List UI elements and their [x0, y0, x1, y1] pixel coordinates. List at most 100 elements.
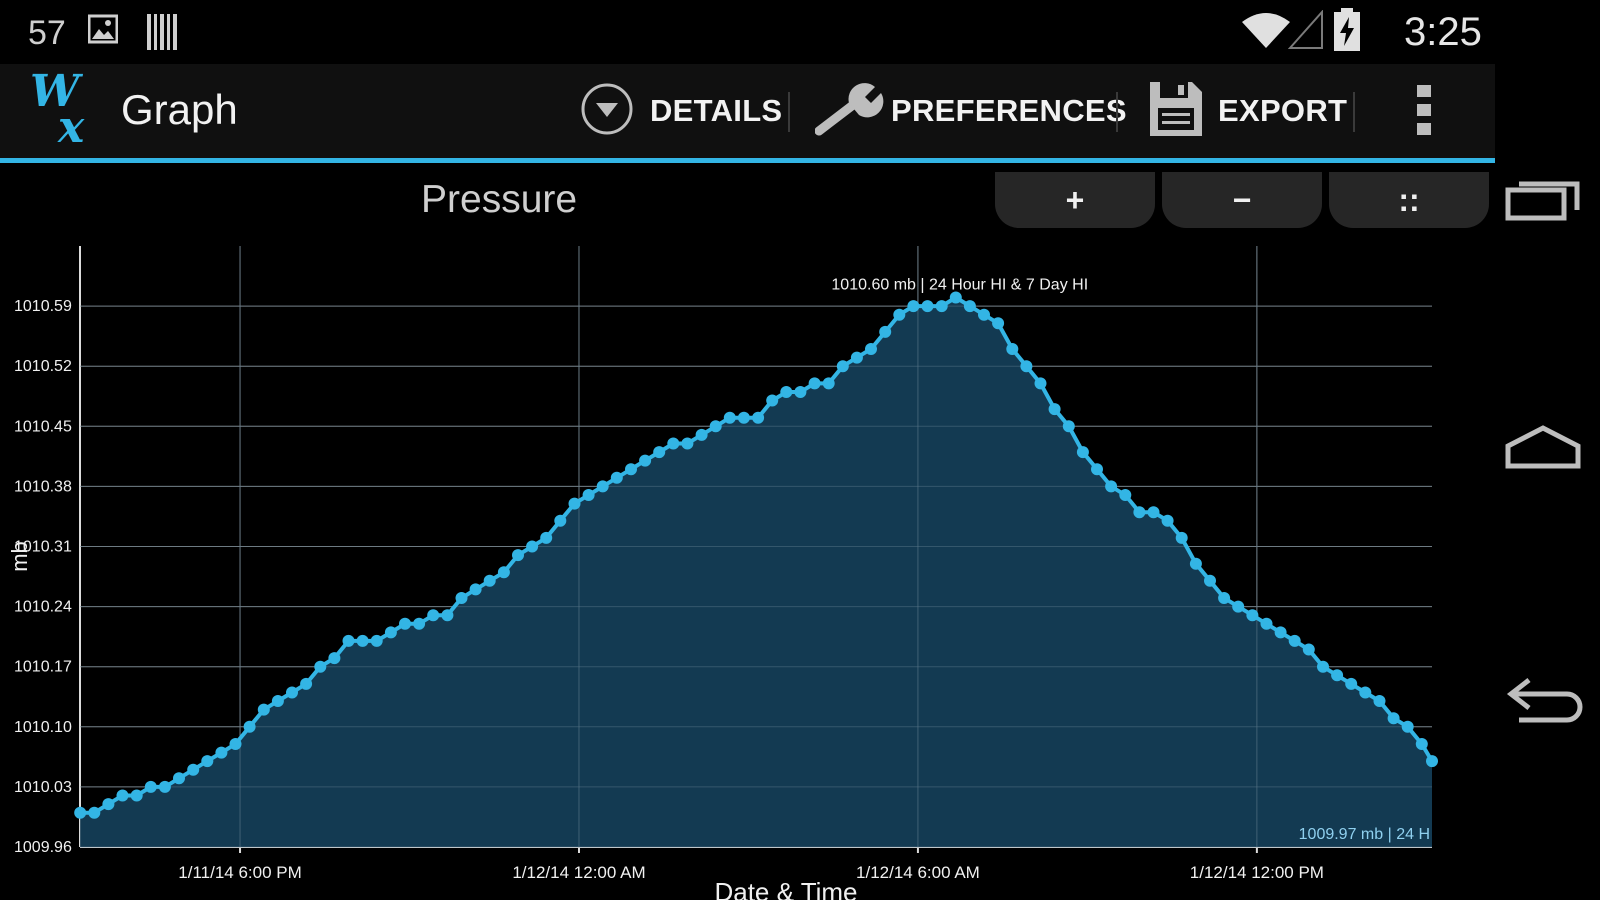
action-bar-accent-line	[0, 158, 1495, 163]
x-tick-label: 1/12/14 6:00 AM	[856, 863, 980, 882]
data-point	[921, 300, 934, 313]
zoom-in-button[interactable]: +	[995, 172, 1155, 228]
data-point	[1345, 677, 1358, 690]
data-point	[384, 626, 397, 639]
y-tick-label: 1010.52	[14, 358, 72, 375]
x-tick-label: 1/12/14 12:00 PM	[1190, 863, 1324, 882]
wrench-icon	[814, 81, 885, 142]
battery-charging-icon	[1333, 8, 1361, 57]
data-point	[1119, 489, 1132, 501]
overflow-menu-button[interactable]	[1412, 64, 1436, 158]
status-bar: 57 3:25	[0, 0, 1495, 64]
wifi-icon	[1240, 10, 1292, 55]
data-point	[1260, 617, 1273, 630]
pressure-chart[interactable]: 1009.96 1010.03 1010.10 1010.17 1010.24 1010.…	[0, 240, 1440, 900]
data-point	[173, 772, 185, 785]
data-point	[893, 308, 906, 321]
preferences-button[interactable]: PREFERENCES	[814, 64, 1127, 158]
data-point	[963, 300, 976, 313]
data-point	[865, 343, 877, 355]
data-point	[201, 755, 214, 768]
data-point	[667, 437, 680, 450]
y-tick-label: 1010.17	[14, 659, 72, 676]
data-point	[300, 677, 313, 690]
y-tick-label: 1010.59	[14, 298, 72, 315]
min-annotation: 1009.97 mb | 24 H	[1299, 826, 1430, 843]
data-point	[1091, 463, 1103, 476]
y-tick-label: 1010.45	[14, 418, 72, 435]
data-point	[1034, 377, 1047, 390]
y-tick-label: 1009.96	[14, 839, 72, 856]
data-point	[74, 806, 87, 819]
barcode-icon	[146, 14, 178, 55]
data-point	[427, 609, 440, 622]
data-point	[1232, 600, 1245, 613]
data-point	[1175, 531, 1188, 544]
data-point	[1204, 574, 1216, 587]
notification-count: 57	[28, 14, 66, 52]
data-point	[554, 514, 567, 527]
data-point	[794, 386, 807, 398]
data-point	[469, 583, 482, 596]
clock-time: 3:25	[1404, 10, 1482, 54]
data-point	[144, 780, 157, 793]
data-point	[1161, 514, 1174, 527]
data-point	[1274, 626, 1287, 639]
data-point	[582, 489, 595, 501]
data-point	[526, 540, 539, 553]
x-tick-label: 1/11/14 6:00 PM	[178, 863, 302, 882]
data-point	[1147, 506, 1160, 519]
data-point	[907, 300, 920, 313]
back-icon[interactable]	[1505, 676, 1587, 729]
floppy-disk-icon	[1148, 80, 1204, 143]
data-point	[1426, 755, 1438, 768]
data-point	[822, 377, 835, 390]
data-point	[978, 308, 990, 321]
zoom-out-button[interactable]: −	[1162, 172, 1322, 228]
data-point	[568, 497, 581, 510]
data-point	[1331, 669, 1344, 682]
data-point	[836, 360, 849, 373]
data-point	[130, 789, 143, 802]
data-point	[271, 695, 284, 707]
data-point	[737, 411, 750, 424]
app-title: Graph	[121, 86, 238, 133]
data-point	[314, 660, 327, 673]
data-point	[1218, 592, 1231, 604]
area-fill	[80, 297, 1433, 847]
y-tick-label: 1010.24	[14, 599, 72, 616]
data-point	[328, 652, 341, 665]
details-button[interactable]: DETAILS	[580, 64, 782, 158]
data-point	[257, 703, 270, 716]
y-axis-title: mb	[7, 541, 32, 572]
graph-title: Pressure	[421, 178, 578, 221]
data-point	[992, 317, 1005, 330]
wx-logo[interactable]: W x	[30, 66, 110, 155]
export-button[interactable]: EXPORT	[1148, 64, 1347, 158]
data-point	[681, 437, 694, 450]
y-tick-label: 1010.03	[14, 779, 72, 796]
data-point	[653, 446, 666, 459]
data-point	[158, 780, 171, 793]
data-point	[1076, 446, 1089, 459]
data-point	[512, 549, 524, 562]
data-point	[850, 351, 863, 364]
data-point	[370, 634, 383, 647]
data-point	[356, 634, 369, 647]
data-point	[1415, 738, 1428, 750]
data-point	[88, 806, 101, 819]
data-point	[1105, 480, 1118, 493]
data-point	[102, 798, 115, 811]
data-point	[1317, 660, 1329, 673]
data-point	[610, 471, 623, 484]
data-point	[1189, 557, 1202, 570]
data-point	[1373, 695, 1386, 707]
data-point	[187, 763, 200, 776]
data-point	[625, 463, 637, 476]
data-point	[483, 574, 496, 587]
signal-icon	[1287, 9, 1324, 55]
fit-view-button[interactable]: ::	[1329, 172, 1489, 228]
action-divider	[1353, 92, 1355, 132]
recent-apps-icon[interactable]	[1505, 178, 1581, 227]
home-icon[interactable]	[1505, 424, 1581, 475]
